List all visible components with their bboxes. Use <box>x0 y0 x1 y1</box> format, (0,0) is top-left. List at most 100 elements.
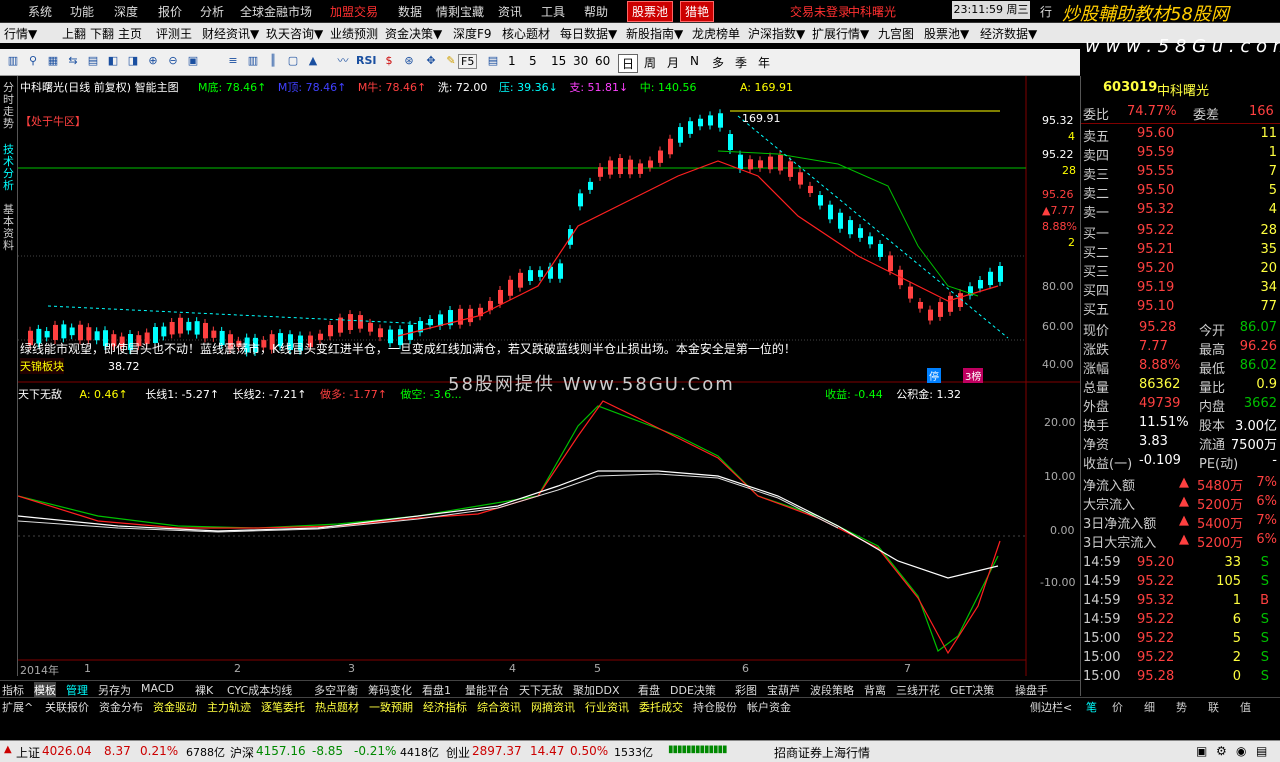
tab-hunt[interactable]: 猎艳 <box>680 1 715 22</box>
tb-nine-grid[interactable]: 九宫图 <box>878 25 914 42</box>
doc-icon[interactable]: ▤ <box>484 53 502 69</box>
tb-ipo-guide[interactable]: 新股指南▼ <box>626 25 683 42</box>
indicator-tab[interactable]: DDE决策 <box>670 682 716 698</box>
zoom-out-icon[interactable]: ⊖ <box>164 53 182 69</box>
tb-dragon-tiger[interactable]: 龙虎榜单 <box>692 25 740 42</box>
tab-fundamental[interactable]: 基本资料 <box>2 204 15 252</box>
menu-news[interactable]: 资讯 <box>498 3 522 20</box>
bid-row[interactable]: 买五 95.10 77 <box>1081 299 1280 318</box>
info-tab[interactable]: 关联报价 <box>45 699 89 715</box>
indicator-tab[interactable]: 天下无敌 <box>519 682 563 698</box>
tb-index[interactable]: 沪深指数▼ <box>748 25 805 42</box>
rtab-3[interactable]: 势 <box>1176 699 1187 715</box>
tb-stock-pool[interactable]: 股票池▼ <box>924 25 969 42</box>
tb-quote[interactable]: 行情▼ <box>4 25 37 42</box>
ask-row[interactable]: 卖五 95.60 11 <box>1081 126 1280 145</box>
period-30m[interactable]: 30 <box>573 54 588 68</box>
ask-row[interactable]: 卖二 95.50 5 <box>1081 183 1280 202</box>
bid-row[interactable]: 买一 95.22 28 <box>1081 223 1280 242</box>
indicator-tab[interactable]: 管理 <box>66 682 88 698</box>
menu-analysis[interactable]: 分析 <box>200 3 224 20</box>
menu-global-market[interactable]: 全球金融市场 <box>240 3 312 20</box>
search-icon[interactable]: ⚲ <box>24 53 42 69</box>
candle-icon[interactable]: ║ <box>264 53 282 69</box>
info-tab[interactable]: 行业资讯 <box>585 699 629 715</box>
swap-icon[interactable]: ⇆ <box>64 53 82 69</box>
indicator-tab[interactable]: 另存为 <box>98 682 131 698</box>
tab-technical[interactable]: 技术分析 <box>2 144 15 192</box>
period-60m[interactable]: 60 <box>595 54 610 68</box>
layout-icon[interactable]: ▤ <box>84 53 102 69</box>
indicator-tab[interactable]: CYC成本均线 <box>227 682 292 698</box>
ask-row[interactable]: 卖三 95.55 7 <box>1081 164 1280 183</box>
status-icon-3[interactable]: ◉ <box>1236 744 1246 758</box>
period-day[interactable]: 日 <box>618 54 639 73</box>
rtab-2[interactable]: 细 <box>1144 699 1155 715</box>
rtab-4[interactable]: 联 <box>1208 699 1219 715</box>
nav-icon[interactable]: ≡ <box>224 53 242 69</box>
bid-row[interactable]: 买二 95.21 35 <box>1081 242 1280 261</box>
tab-intraday[interactable]: 分时走势 <box>2 82 15 130</box>
menu-quote[interactable]: 报价 <box>158 3 182 20</box>
indicator-tab[interactable]: 量能平台 <box>465 682 509 698</box>
period-week[interactable]: 周 <box>644 54 656 71</box>
period-month[interactable]: 月 <box>667 54 679 71</box>
indicator-tab[interactable]: 彩图 <box>735 682 757 698</box>
dollar-icon[interactable]: $ <box>380 53 398 69</box>
info-tab[interactable]: 一致预期 <box>369 699 413 715</box>
rtab-1[interactable]: 价 <box>1112 699 1123 715</box>
indicator-tab[interactable]: 多空平衡 <box>314 682 358 698</box>
up-icon[interactable]: ▲ <box>304 53 322 69</box>
info-tab[interactable]: 帐户资金 <box>747 699 791 715</box>
bars-icon[interactable]: ▥ <box>244 53 262 69</box>
indicator-tab[interactable]: GET决策 <box>950 682 994 698</box>
fit-icon[interactable]: ▣ <box>184 53 202 69</box>
tb-home[interactable]: 主页 <box>118 25 142 42</box>
menu-depth[interactable]: 深度 <box>114 3 138 20</box>
info-tab[interactable]: 持仓股份 <box>693 699 737 715</box>
tb-finance-news[interactable]: 财经资讯▼ <box>202 25 259 42</box>
period-1m[interactable]: 1 <box>508 54 516 68</box>
tb-core-topic[interactable]: 核心题材 <box>502 25 550 42</box>
period-year[interactable]: 年 <box>758 54 770 71</box>
f5-button[interactable]: F5 <box>458 54 478 69</box>
rtab-5[interactable]: 值 <box>1240 699 1251 715</box>
grid-icon[interactable]: ▦ <box>44 53 62 69</box>
indicator-tab[interactable]: 模板 <box>34 682 56 698</box>
status-icon-4[interactable]: ▤ <box>1256 744 1267 758</box>
info-tab[interactable]: 综合资讯 <box>477 699 521 715</box>
info-tab[interactable]: 委托成交 <box>639 699 683 715</box>
info-tab[interactable]: 资金驱动 <box>153 699 197 715</box>
indicator-tab[interactable]: 看盘1 <box>422 682 451 698</box>
indicator-tab[interactable]: 背离 <box>864 682 886 698</box>
indicator-tab[interactable]: 聚加DDX <box>573 682 619 698</box>
tb-rating[interactable]: 评测王 <box>156 25 192 42</box>
period-multi[interactable]: 多 <box>712 54 724 71</box>
tb-fund-decision[interactable]: 资金决策▼ <box>385 25 442 42</box>
rtab-0[interactable]: 笔 <box>1086 699 1097 715</box>
menu-join-trade[interactable]: 加盟交易 <box>330 3 378 20</box>
chart-area[interactable]: 中科曙光(日线 前复权) 智能主图 M底: 78.46↑ M顶: 78.46↑ … <box>18 76 1080 677</box>
tb-ext-quote[interactable]: 扩展行情▼ <box>812 25 869 42</box>
zoom-in-icon[interactable]: ⊕ <box>144 53 162 69</box>
info-tab[interactable]: 逐笔委托 <box>261 699 305 715</box>
menu-system[interactable]: 系统 <box>28 3 52 20</box>
chart-bar-icon[interactable]: ▥ <box>4 53 22 69</box>
indicator-tab[interactable]: 筹码变化 <box>368 682 412 698</box>
period-15m[interactable]: 15 <box>551 54 566 68</box>
info-tab[interactable]: 资金分布 <box>99 699 143 715</box>
menu-trade[interactable]: 行 <box>1040 3 1052 20</box>
ask-row[interactable]: 卖四 95.59 1 <box>1081 145 1280 164</box>
sidebar-toggle[interactable]: 侧边栏< <box>1030 699 1072 715</box>
tb-jiutian[interactable]: 玖天咨询▼ <box>266 25 323 42</box>
tb-econ-data[interactable]: 经济数据▼ <box>980 25 1037 42</box>
tb-daily-data[interactable]: 每日数据▼ <box>560 25 617 42</box>
info-tab[interactable]: 热点题材 <box>315 699 359 715</box>
indicator-tab[interactable]: MACD <box>141 682 174 695</box>
info-tab[interactable]: 主力轨迹 <box>207 699 251 715</box>
menu-treasure[interactable]: 情剩宝藏 <box>436 3 484 20</box>
tb-page-up[interactable]: 上翻 <box>62 25 86 42</box>
info-tab[interactable]: 经济指标 <box>423 699 467 715</box>
tb-earnings[interactable]: 业绩预测 <box>330 25 378 42</box>
menu-function[interactable]: 功能 <box>70 3 94 20</box>
